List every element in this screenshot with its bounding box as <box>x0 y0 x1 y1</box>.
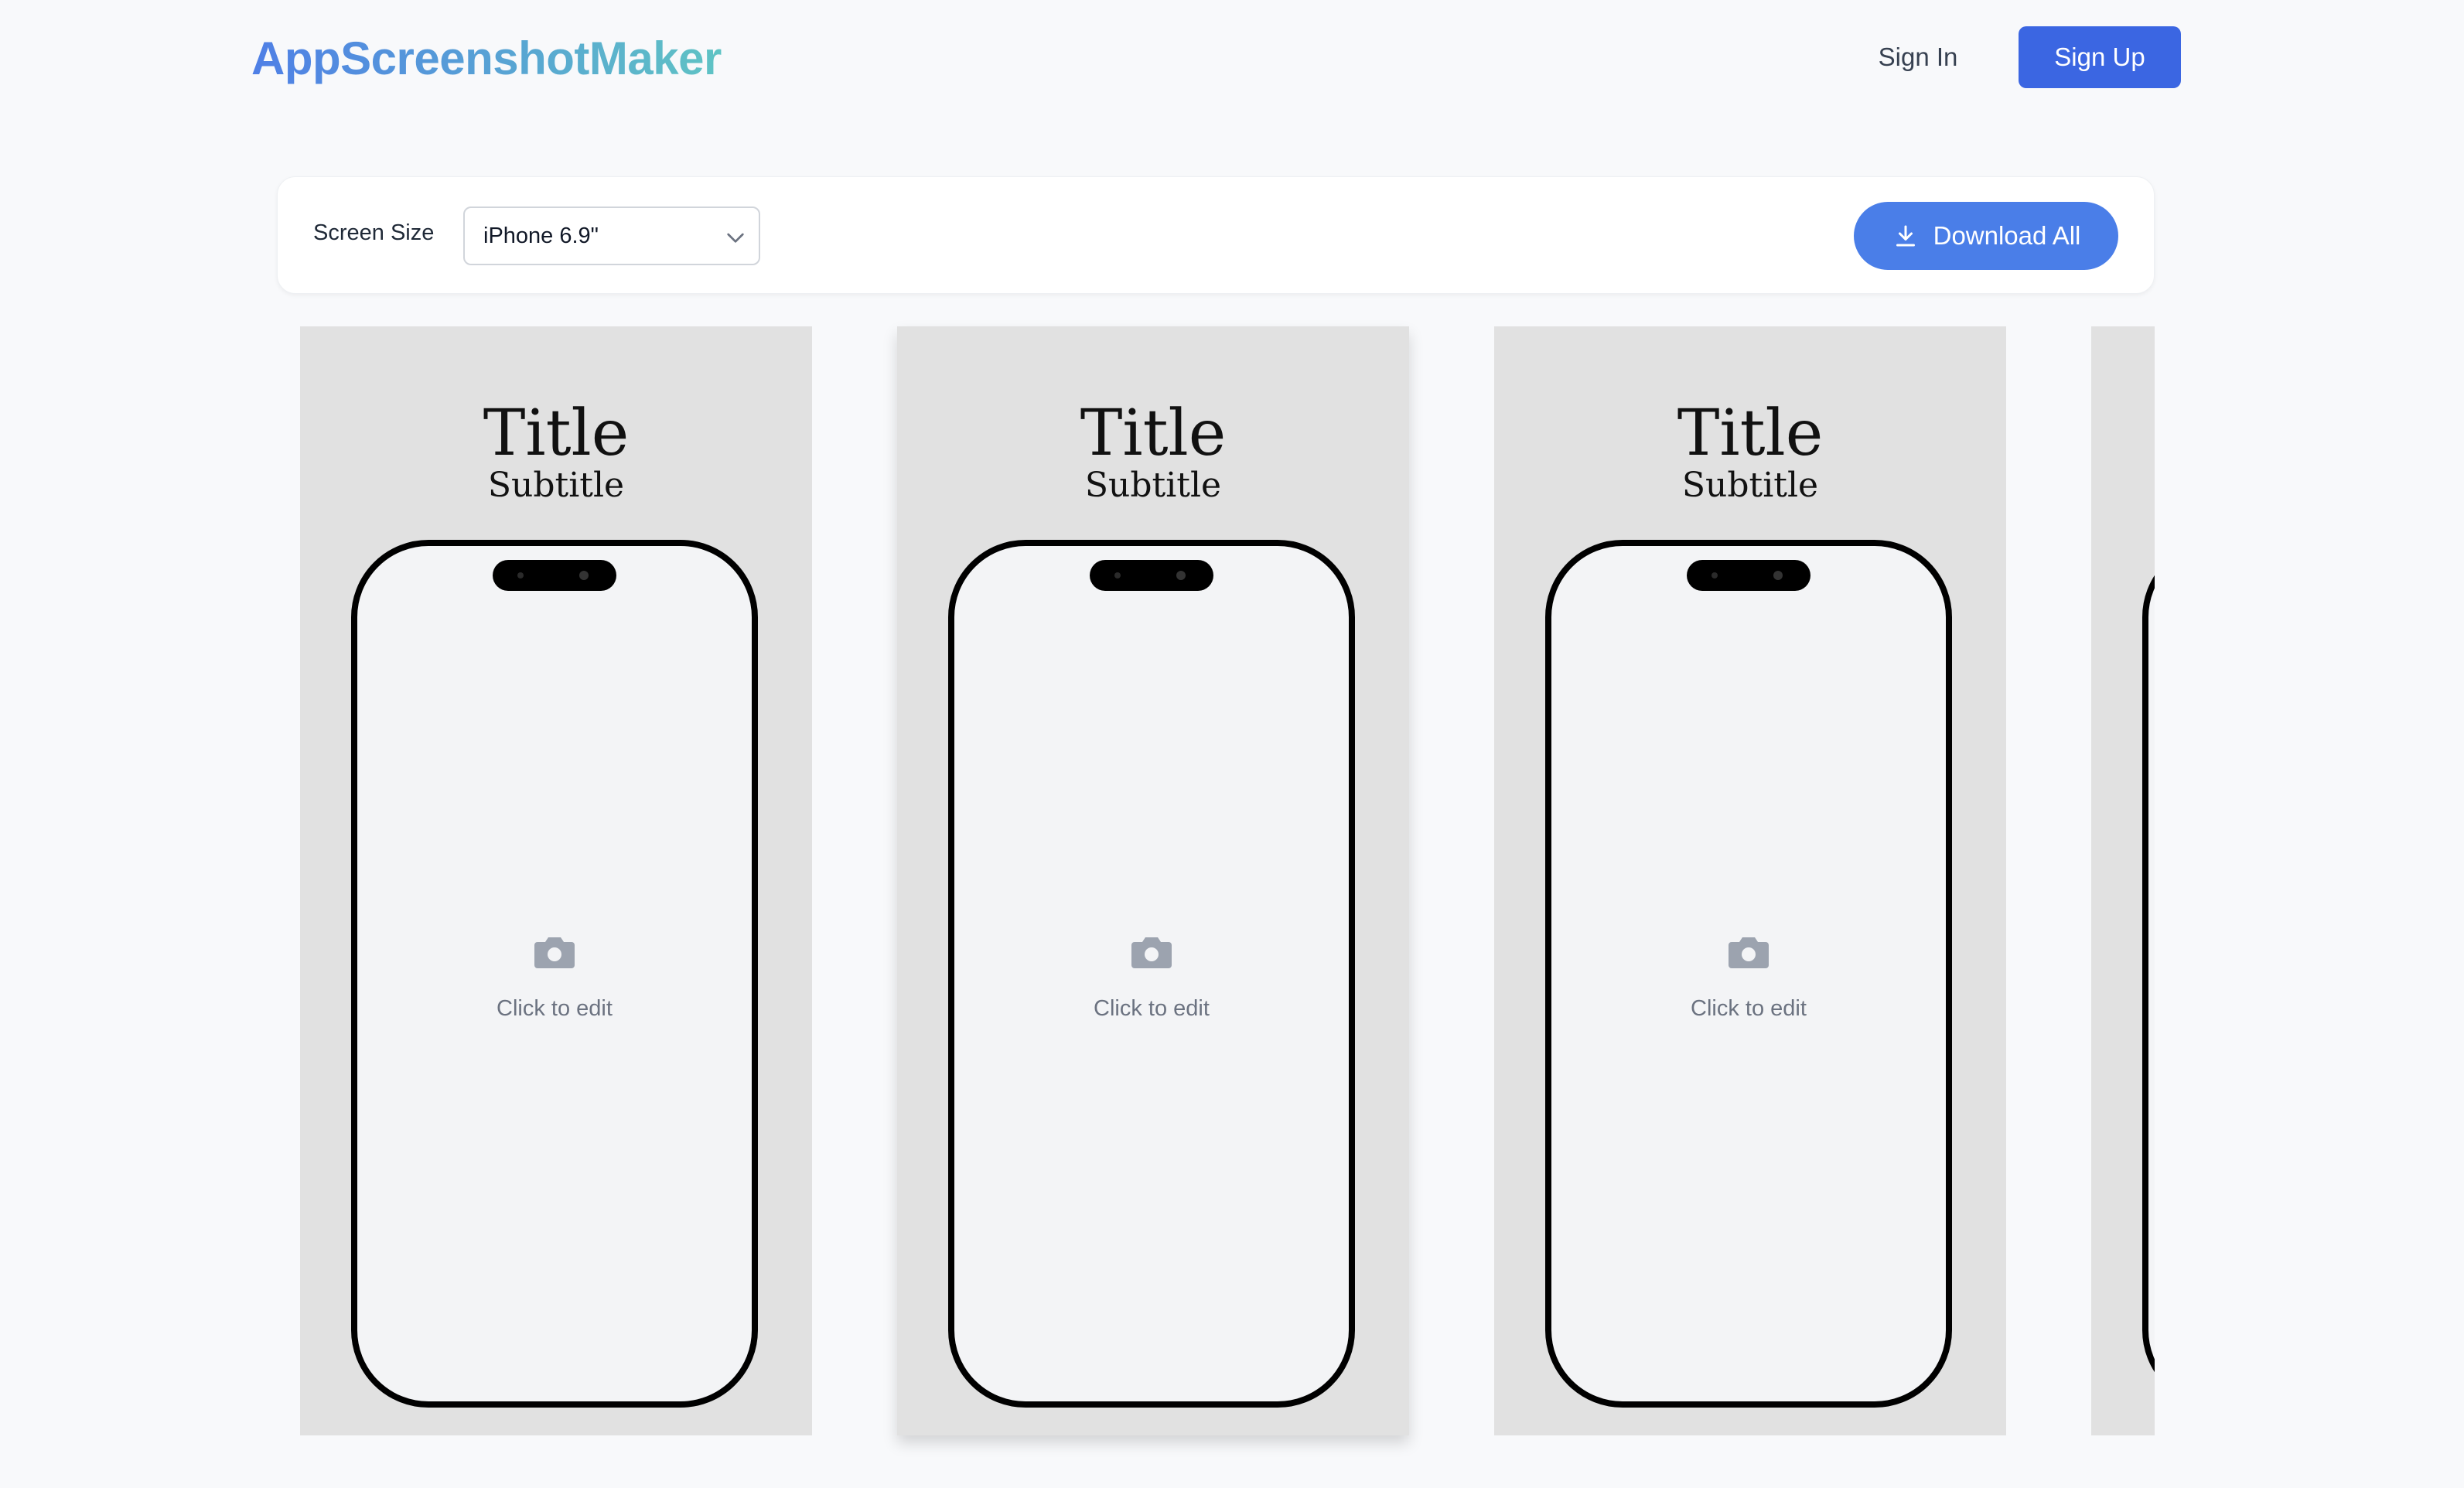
click-to-edit-label: Click to edit <box>1094 996 1210 1021</box>
sign-up-button[interactable]: Sign Up <box>2019 26 2181 88</box>
click-to-edit-label: Click to edit <box>497 996 613 1021</box>
screenshot-card-partial[interactable] <box>2091 326 2155 1435</box>
card-title[interactable]: Title <box>1494 402 2006 466</box>
chevron-down-icon <box>727 233 744 243</box>
camera-icon <box>1131 937 1172 968</box>
card-subtitle[interactable]: Subtitle <box>1494 469 2006 503</box>
click-to-edit-label: Click to edit <box>1691 996 1807 1021</box>
screenshot-card[interactable]: Title Subtitle Click to edit <box>1494 326 2006 1435</box>
phone-frame[interactable]: Click to edit <box>1545 540 1952 1408</box>
screenshot-card[interactable]: Title Subtitle Click to edit <box>300 326 812 1435</box>
toolbar: Screen Size iPhone 6.9" Download All <box>277 176 2155 294</box>
download-icon <box>1896 225 1915 247</box>
screenshot-card[interactable]: Title Subtitle Click to edit <box>897 326 1409 1435</box>
sign-in-button[interactable]: Sign In <box>1848 26 1988 88</box>
card-subtitle[interactable]: Subtitle <box>897 469 1409 503</box>
camera-icon <box>534 937 575 968</box>
app-logo[interactable]: AppScreenshotMaker <box>251 28 722 90</box>
phone-frame[interactable]: Click to edit <box>948 540 1355 1408</box>
camera-icon <box>1729 937 1769 968</box>
card-subtitle[interactable]: Subtitle <box>300 469 812 503</box>
screen-size-value: iPhone 6.9" <box>483 223 599 248</box>
dynamic-island <box>1687 560 1810 591</box>
download-all-button[interactable]: Download All <box>1854 202 2118 270</box>
dynamic-island <box>1090 560 1213 591</box>
phone-frame[interactable] <box>2142 540 2155 1408</box>
phone-frame[interactable]: Click to edit <box>351 540 758 1408</box>
card-title[interactable]: Title <box>897 402 1409 466</box>
screen-size-select[interactable]: iPhone 6.9" <box>463 206 760 265</box>
card-title[interactable]: Title <box>300 402 812 466</box>
dynamic-island <box>493 560 616 591</box>
download-all-label: Download All <box>1933 221 2081 250</box>
screen-size-label: Screen Size <box>313 220 435 245</box>
